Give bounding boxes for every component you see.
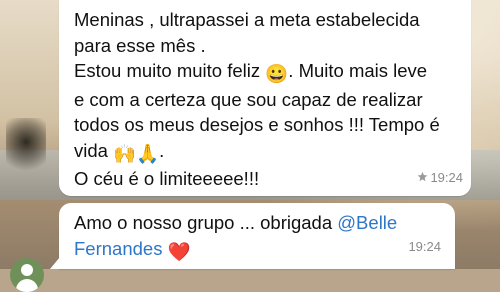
folded-hands-emoji: 🙏 — [136, 142, 160, 164]
avatar-shoulders — [16, 279, 38, 292]
star-icon — [417, 165, 428, 191]
message-text-segment: Amo o nosso grupo ... obrigada — [74, 212, 338, 233]
message-line: O céu é o limiteeeee!!! — [74, 168, 260, 189]
grinning-face-emoji: 😀 — [265, 63, 289, 84]
message-line: para esse mês . — [74, 34, 206, 56]
message-line: e com a certeza que sou capaz de realiza… — [74, 88, 423, 110]
message-meta: 19:24 — [408, 234, 441, 260]
message-bubble[interactable]: Amo o nosso grupo ... obrigada @Belle Fe… — [50, 203, 455, 269]
message-line: . — [159, 139, 165, 161]
message-line: todos os meus desejos e sonhos !!! Tempo… — [74, 114, 440, 135]
message-text: Amo o nosso grupo ... obrigada @Belle Fe… — [74, 210, 446, 264]
message-line: vida — [74, 139, 114, 161]
message-line: Estou muito muito feliz — [74, 60, 266, 81]
message-bubble[interactable]: Meninas , ultrapassei a meta estabelecid… — [59, 0, 471, 196]
message-line: . Muito mais leve — [288, 60, 428, 81]
message-meta: 19:24 — [417, 165, 463, 191]
wallpaper-palm — [6, 118, 46, 178]
bubble-tail — [50, 257, 60, 269]
message-line: Meninas , ultrapassei a meta estabelecid… — [74, 9, 420, 30]
message-time: 19:24 — [430, 169, 463, 185]
red-heart-emoji: ❤️ — [167, 240, 191, 262]
default-user-avatar-icon[interactable] — [10, 258, 44, 292]
avatar-head — [21, 264, 33, 276]
message-time: 19:24 — [408, 238, 441, 254]
raising-hands-emoji: 🙌 — [113, 142, 137, 164]
message-text: Meninas , ultrapassei a meta estabelecid… — [74, 7, 459, 192]
